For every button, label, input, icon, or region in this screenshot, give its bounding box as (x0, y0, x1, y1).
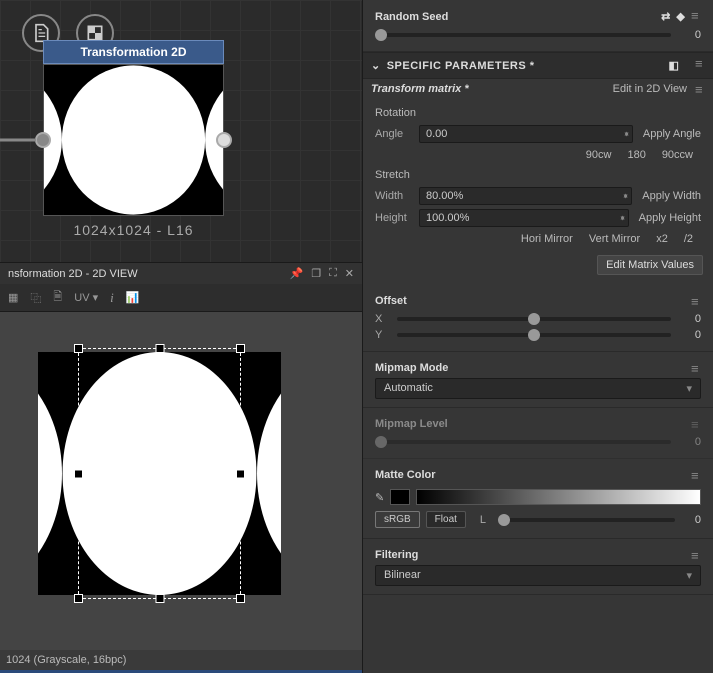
view-title: nsformation 2D - 2D VIEW (8, 268, 138, 280)
view-header: nsformation 2D - 2D VIEW 📌 ❐ ⛶ ✕ (0, 263, 362, 284)
handle-center[interactable] (155, 469, 165, 479)
mipmap-level-slider (375, 440, 671, 444)
color-swatch[interactable] (390, 489, 410, 505)
close-icon[interactable]: ✕ (345, 267, 354, 280)
menu-icon[interactable] (691, 551, 701, 559)
node-input-connector[interactable] (35, 132, 51, 148)
angle-label: Angle (375, 128, 411, 140)
node-output-connector[interactable] (216, 132, 232, 148)
l-value: 0 (681, 514, 701, 526)
offset-x-value: 0 (681, 313, 701, 325)
view-canvas[interactable] (0, 312, 362, 650)
mipmap-mode-select[interactable]: Automatic (375, 378, 701, 399)
tool-checker-icon[interactable]: ▦ (8, 291, 18, 304)
handle-ml[interactable] (74, 469, 83, 478)
node-info: 1024x1024 - L16 (43, 216, 224, 244)
float-toggle[interactable]: Float (426, 511, 466, 528)
handle-mr[interactable] (236, 469, 245, 478)
node-title: Transformation 2D (43, 40, 224, 64)
edit-matrix-button[interactable]: Edit Matrix Values (597, 255, 703, 275)
graph-node[interactable]: Transformation 2D 1024x1024 - L16 (43, 40, 224, 244)
handle-bl[interactable] (74, 594, 83, 603)
view-status: 1024 (Grayscale, 16bpc) (0, 650, 362, 670)
restore-icon[interactable]: ❐ (311, 267, 321, 280)
shuffle-icon[interactable]: ⇄ (661, 11, 670, 23)
width-label: Width (375, 190, 411, 202)
handle-tl[interactable] (74, 344, 83, 353)
filtering-label: Filtering (375, 549, 418, 561)
apply-angle-button[interactable]: Apply Angle (641, 128, 703, 140)
specific-params-header[interactable]: ⌄ SPECIFIC PARAMETERS * ◧ (363, 52, 713, 79)
menu-icon[interactable] (691, 297, 701, 305)
histogram-icon[interactable]: 📊 (126, 291, 140, 304)
rotate-90ccw-button[interactable]: 90ccw (660, 149, 695, 161)
srgb-toggle[interactable]: sRGB (375, 511, 420, 528)
div2-button[interactable]: /2 (682, 233, 695, 245)
offset-x-slider[interactable] (397, 317, 671, 321)
apply-height-button[interactable]: Apply Height (637, 212, 703, 224)
menu-icon[interactable] (691, 420, 701, 428)
random-seed-label: Random Seed (375, 11, 448, 23)
rotate-180-button[interactable]: 180 (625, 149, 647, 161)
hori-mirror-button[interactable]: Hori Mirror (519, 233, 575, 245)
transform-gizmo[interactable] (78, 348, 241, 599)
handle-tr[interactable] (236, 344, 245, 353)
mipmap-level-value: 0 (681, 436, 701, 448)
uv-label[interactable]: UV ▾ (74, 291, 98, 304)
offset-y-label: Y (375, 329, 387, 341)
menu-icon[interactable] (695, 59, 705, 67)
expose-icon[interactable]: ◧ (669, 59, 680, 72)
l-label: L (480, 514, 492, 526)
angle-input[interactable]: 0.00 (419, 125, 633, 143)
offset-x-label: X (375, 313, 387, 325)
menu-icon[interactable] (695, 85, 705, 93)
height-input[interactable]: 100.00% (419, 209, 629, 227)
menu-icon[interactable] (691, 364, 701, 372)
vert-mirror-button[interactable]: Vert Mirror (587, 233, 642, 245)
apply-width-button[interactable]: Apply Width (640, 190, 703, 202)
l-slider[interactable] (498, 518, 675, 522)
node-preview (43, 64, 224, 216)
view-toolbar: ▦ ⿻ 🗎 UV ▾ i 📊 (0, 284, 362, 312)
node-wire (0, 139, 36, 142)
x2-button[interactable]: x2 (654, 233, 670, 245)
tool-copy-icon[interactable]: ⿻ (30, 290, 41, 306)
handle-tc[interactable] (155, 344, 164, 353)
filtering-select[interactable]: Bilinear (375, 565, 701, 586)
tool-doc-icon[interactable]: 🗎 (53, 288, 62, 307)
stretch-label: Stretch (375, 165, 703, 185)
properties-panel: Random Seed ⇄ ◆ 0 ⌄ SPECIFIC PARAMETERS … (362, 0, 713, 673)
handle-bc[interactable] (155, 594, 164, 603)
pin-icon[interactable]: 📌 (290, 267, 304, 280)
rotation-label: Rotation (375, 103, 703, 123)
eyedropper-icon[interactable]: ✎ (375, 491, 384, 504)
offset-y-slider[interactable] (397, 333, 671, 337)
offset-label: Offset (375, 295, 407, 307)
mipmap-level-label: Mipmap Level (375, 418, 448, 430)
height-label: Height (375, 212, 411, 224)
handle-br[interactable] (236, 594, 245, 603)
transform-matrix-label: Transform matrix * (371, 83, 469, 95)
info-icon[interactable]: i (110, 290, 114, 306)
matte-color-label: Matte Color (375, 469, 436, 481)
width-input[interactable]: 80.00% (419, 187, 632, 205)
random-seed-value: 0 (681, 29, 701, 41)
edit-2d-view-link[interactable]: Edit in 2D View (613, 83, 687, 95)
menu-icon[interactable] (691, 11, 701, 19)
color-gradient[interactable] (416, 489, 701, 505)
rotate-90cw-button[interactable]: 90cw (584, 149, 614, 161)
random-seed-slider[interactable] (375, 33, 671, 37)
maximize-icon[interactable]: ⛶ (329, 267, 337, 280)
menu-icon[interactable] (691, 471, 701, 479)
offset-y-value: 0 (681, 329, 701, 341)
node-icon[interactable]: ◆ (676, 11, 684, 23)
mipmap-mode-label: Mipmap Mode (375, 362, 448, 374)
graph-area[interactable]: Transformation 2D 1024x1024 - L16 (0, 0, 362, 262)
chevron-down-icon: ⌄ (371, 59, 381, 72)
